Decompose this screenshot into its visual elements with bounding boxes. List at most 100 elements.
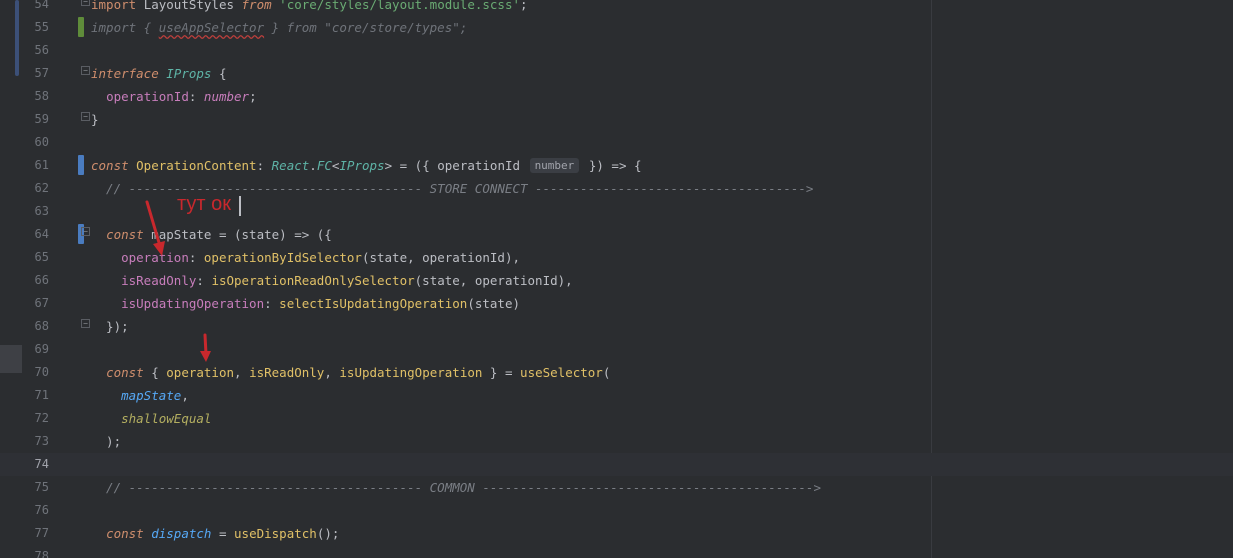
code-token: (); xyxy=(316,526,340,541)
code-text[interactable]: isUpdatingOperation: selectIsUpdatingOpe… xyxy=(91,292,520,315)
code-line[interactable]: 68 − }); xyxy=(0,315,1233,338)
line-number[interactable]: 70 xyxy=(22,361,49,384)
code-text[interactable]: // -------------------------------------… xyxy=(91,476,821,499)
line-number[interactable]: 60 xyxy=(22,131,49,154)
line-number[interactable]: 54 xyxy=(22,0,49,16)
code-token: , xyxy=(324,365,340,380)
line-number[interactable]: 65 xyxy=(22,246,49,269)
line-number[interactable]: 61 xyxy=(22,154,49,177)
code-token: const xyxy=(106,526,152,541)
code-token: from xyxy=(241,0,280,12)
code-text[interactable]: const mapState = (state) => ({ xyxy=(91,223,332,246)
code-token: : xyxy=(188,89,204,104)
code-text[interactable]: import { useAppSelector } from "core/sto… xyxy=(91,16,467,39)
code-token: import { xyxy=(91,20,159,35)
code-token: isReadOnly xyxy=(249,365,325,380)
code-editor[interactable]: 54− import LayoutStyles from 'core/styles… xyxy=(0,0,1233,558)
code-token: : xyxy=(264,296,280,311)
code-token: IProps xyxy=(339,158,385,173)
code-line[interactable]: 65 operation: operationByIdSelector(stat… xyxy=(0,246,1233,269)
type-hint: number xyxy=(529,158,580,173)
fold-toggle-icon[interactable]: − xyxy=(81,112,90,121)
code-text[interactable]: shallowEqual xyxy=(91,407,211,430)
code-text[interactable]: const dispatch = useDispatch(); xyxy=(91,522,339,545)
code-line[interactable]: 71 mapState, xyxy=(0,384,1233,407)
fold-toggle-icon[interactable]: − xyxy=(81,66,90,75)
code-text[interactable]: operationId: number; xyxy=(91,85,257,108)
code-line[interactable]: 54 − import LayoutStyles from 'core/styles… xyxy=(0,0,1233,16)
code-token: { xyxy=(151,365,167,380)
code-line[interactable]: 76 xyxy=(0,499,1233,522)
line-number[interactable]: 69 xyxy=(22,338,49,361)
line-number[interactable]: 76 xyxy=(22,499,49,522)
line-number[interactable]: 66 xyxy=(22,269,49,292)
code-text[interactable]: } xyxy=(91,108,99,131)
line-number[interactable]: 71 xyxy=(22,384,49,407)
code-token: IProps xyxy=(166,66,219,81)
line-number[interactable]: 78 xyxy=(22,545,49,558)
fold-toggle-icon[interactable]: − xyxy=(81,319,90,328)
fold-toggle-icon[interactable]: − xyxy=(81,227,90,236)
code-text[interactable]: const OperationContent: React.FC<IProps>… xyxy=(91,154,642,177)
code-line[interactable]: 58 operationId: number; xyxy=(0,85,1233,108)
code-text[interactable]: ); xyxy=(91,430,121,453)
code-token: ); xyxy=(91,434,122,449)
vcs-change-marker[interactable] xyxy=(78,155,84,175)
code-token: : xyxy=(188,250,204,265)
fold-toggle-icon[interactable]: − xyxy=(81,0,90,6)
line-number[interactable]: 72 xyxy=(22,407,49,430)
line-number[interactable]: 67 xyxy=(22,292,49,315)
code-line[interactable]: 69 xyxy=(0,338,1233,361)
line-number[interactable]: 55 xyxy=(22,16,49,39)
code-line[interactable]: 60 xyxy=(0,131,1233,154)
line-number[interactable]: 75 xyxy=(22,476,49,499)
line-number[interactable]: 68 xyxy=(22,315,49,338)
line-number[interactable]: 64 xyxy=(22,223,49,246)
code-line[interactable]: 73 ); xyxy=(0,430,1233,453)
code-line[interactable]: 70 const { operation, isReadOnly, isUpda… xyxy=(0,361,1233,384)
code-text[interactable]: interface IProps { xyxy=(91,62,226,85)
line-number[interactable]: 59 xyxy=(22,108,49,131)
vcs-change-marker[interactable] xyxy=(78,17,84,37)
code-text[interactable]: mapState, xyxy=(91,384,189,407)
code-token: , xyxy=(181,388,189,403)
code-token: ; xyxy=(520,0,528,12)
code-line[interactable]: 72 shallowEqual xyxy=(0,407,1233,430)
code-line[interactable]: 77 const dispatch = useDispatch(); xyxy=(0,522,1233,545)
line-number[interactable]: 77 xyxy=(22,522,49,545)
code-line[interactable]: 66 isReadOnly: isOperationReadOnlySelect… xyxy=(0,269,1233,292)
code-text[interactable]: }); xyxy=(91,315,129,338)
code-text[interactable]: import LayoutStyles from 'core/styles/la… xyxy=(91,0,528,16)
annotation-text: тут ок xyxy=(177,193,231,215)
code-token: } from "core/store/types"; xyxy=(264,20,468,35)
code-line[interactable]: 55 import { useAppSelector } from "core/s… xyxy=(0,16,1233,39)
code-token: mapState xyxy=(121,388,182,403)
code-line[interactable]: 74 xyxy=(0,453,1233,476)
code-token: const xyxy=(106,365,152,380)
code-text[interactable]: isReadOnly: isOperationReadOnlySelector(… xyxy=(91,269,573,292)
line-number[interactable]: 73 xyxy=(22,430,49,453)
code-line[interactable]: 67 isUpdatingOperation: selectIsUpdating… xyxy=(0,292,1233,315)
line-number[interactable]: 56 xyxy=(22,39,49,62)
code-line[interactable]: 56 xyxy=(0,39,1233,62)
code-token: , xyxy=(234,365,250,380)
code-line[interactable]: 64 − const mapState = (state) => ({ xyxy=(0,223,1233,246)
code-line[interactable]: 78 xyxy=(0,545,1233,558)
line-number[interactable]: 63 xyxy=(22,200,49,223)
line-number[interactable]: 57 xyxy=(22,62,49,85)
code-line[interactable]: 75 // ----------------------------------… xyxy=(0,476,1233,499)
line-number[interactable]: 58 xyxy=(22,85,49,108)
code-line[interactable]: 61 const OperationContent: React.FC<IProp… xyxy=(0,154,1233,177)
code-token: React xyxy=(271,158,310,173)
line-number[interactable]: 62 xyxy=(22,177,49,200)
code-line[interactable]: 57 − interface IProps { xyxy=(0,62,1233,85)
code-text[interactable]: const { operation, isReadOnly, isUpdatin… xyxy=(91,361,610,384)
code-token: isUpdatingOperation xyxy=(121,296,265,311)
code-token: number xyxy=(203,89,250,104)
line-number[interactable]: 74 xyxy=(22,453,49,476)
code-line[interactable]: 59 −} xyxy=(0,108,1233,131)
